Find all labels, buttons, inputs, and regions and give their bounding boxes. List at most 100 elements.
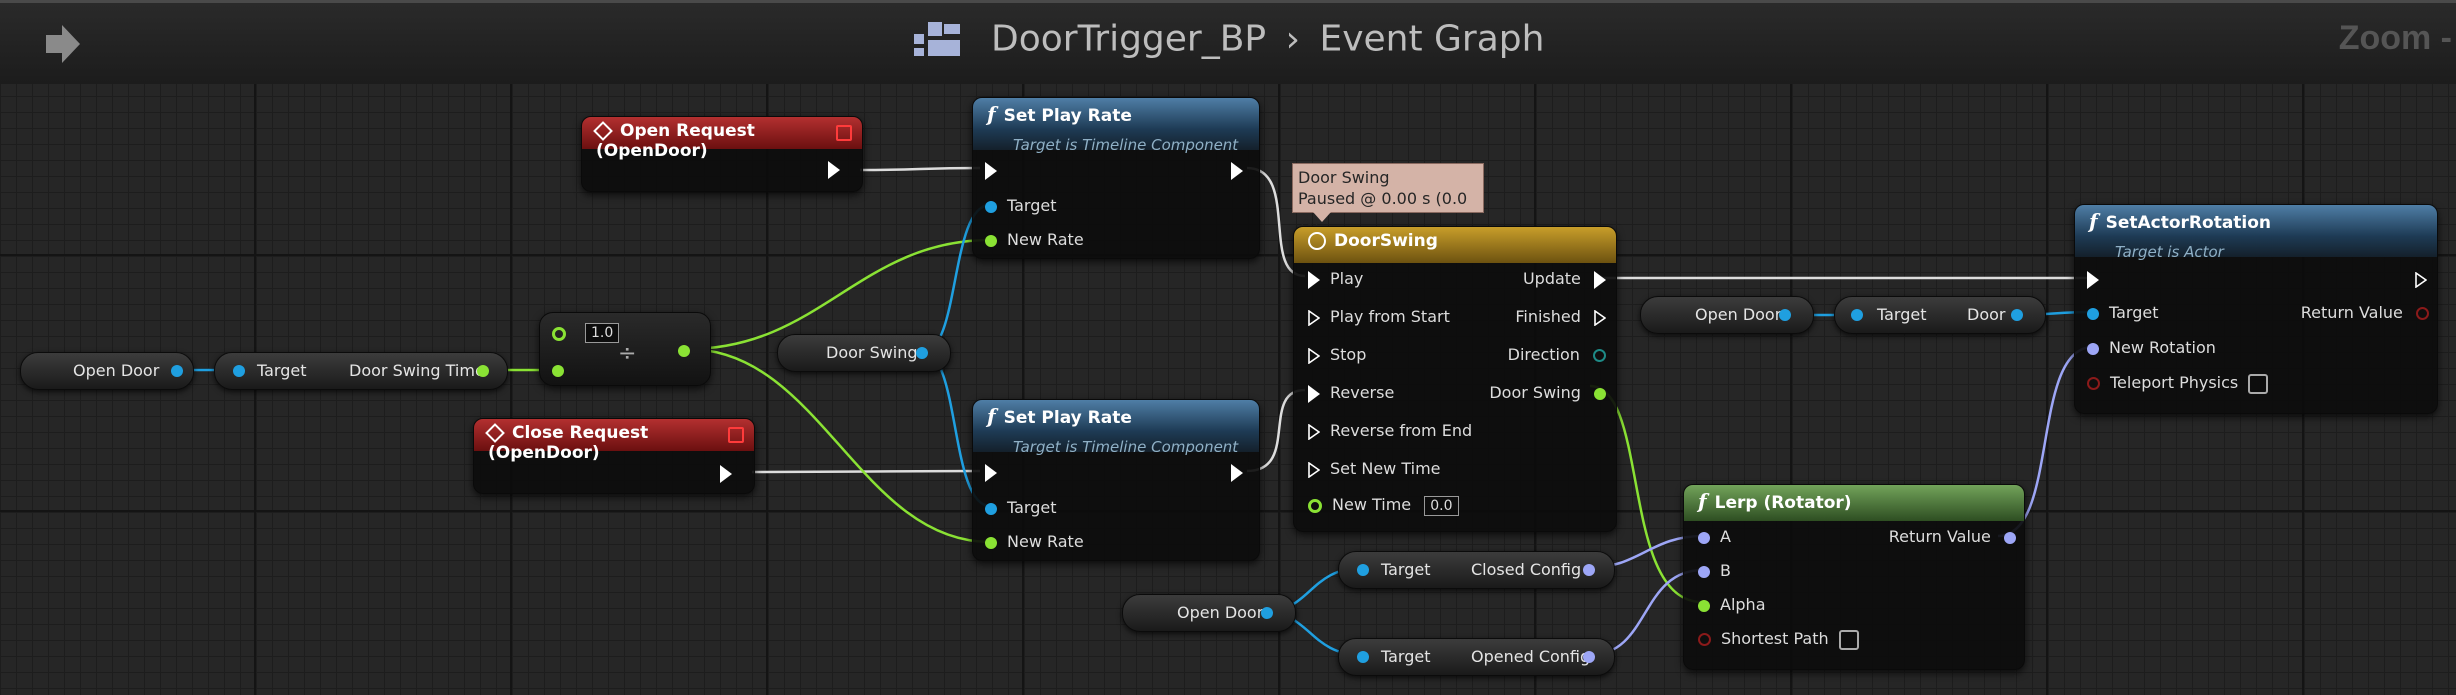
target-pin[interactable] [1357,651,1369,663]
delegate-pin-icon[interactable] [836,125,852,141]
set-actor-rotation-node[interactable]: f SetActorRotation Target is Actor Target… [2074,204,2438,414]
node-header: Close Request (OpenDoor) [474,419,754,463]
object-out-pin[interactable] [171,365,183,377]
exec-out-pin[interactable] [2415,271,2427,288]
exec-out-pin[interactable] [1231,161,1243,180]
function-icon: f [987,404,996,428]
direction-pin[interactable] [1593,349,1606,362]
set-new-time-exec-pin[interactable] [1308,461,1320,478]
target-pin[interactable] [2087,307,2099,320]
pin-label: Shortest Path [1721,629,1829,648]
get-opened-config-node[interactable]: Target Opened Config [1338,638,1615,676]
open-door-variable-left[interactable]: Open Door [20,352,194,390]
reverse-exec-pin[interactable] [1308,384,1320,403]
node-title: SetActorRotation [2105,213,2272,233]
target-pin[interactable] [985,200,997,213]
update-exec-pin[interactable] [1594,270,1606,289]
pin-label: Return Value [2300,303,2403,322]
node-subtitle: Target is Timeline Component [1013,438,1239,456]
object-out-pin[interactable] [916,347,928,359]
exec-out-pin[interactable] [828,160,840,179]
node-title: Close Request (OpenDoor) [488,423,649,463]
object-out-pin[interactable] [2011,309,2023,321]
set-play-rate-node-1[interactable]: f Set Play Rate Target is Timeline Compon… [972,97,1260,259]
object-out-pin[interactable] [1779,309,1791,321]
float-in-pin-2[interactable] [552,365,564,377]
divisor-input[interactable]: 1.0 [585,323,620,343]
exec-in-pin[interactable] [985,463,997,482]
door-swing-timeline-node[interactable]: DoorSwing Play Play from Start Stop Reve… [1293,226,1617,532]
get-door-swing-time-node[interactable]: Target Door Swing Time [214,352,508,390]
set-play-rate-node-2[interactable]: f Set Play Rate Target is Timeline Compon… [972,399,1260,561]
node-header: DoorSwing [1294,227,1616,263]
get-closed-config-node[interactable]: Target Closed Config [1338,551,1615,589]
exec-in-pin[interactable] [2087,270,2099,289]
exec-out-pin[interactable] [720,464,732,483]
alpha-pin[interactable] [1698,599,1710,612]
open-door-variable-bottom[interactable]: Open Door [1122,594,1296,632]
exec-wire [751,469,981,474]
float-out-pin[interactable] [477,365,489,377]
door-swing-out-pin[interactable] [1594,387,1606,400]
play-exec-pin[interactable] [1308,270,1320,289]
float-out-pin[interactable] [678,345,690,357]
new-time-input[interactable]: 0.0 [1424,495,1459,516]
new-rate-pin[interactable] [985,234,997,247]
exec-out-pin[interactable] [1231,463,1243,482]
pin-label: B [1720,561,1731,580]
node-title: DoorSwing [1334,231,1438,251]
teleport-physics-pin[interactable] [2087,377,2100,390]
exec-in-pin[interactable] [985,161,997,180]
pin-label: Alpha [1720,595,1766,614]
b-pin[interactable] [1698,565,1710,578]
rotator-out-pin[interactable] [1583,564,1595,576]
new-rate-pin[interactable] [985,536,997,549]
float-wire [687,238,991,351]
exec-wire [859,166,981,172]
finished-exec-pin[interactable] [1594,309,1606,326]
node-header: Open Request (OpenDoor) [582,117,862,161]
pin-label: Teleport Physics [2110,373,2239,392]
target-pin[interactable] [233,365,245,377]
object-out-pin[interactable] [1261,607,1273,619]
pill-label: Open Door [1695,305,1782,324]
return-value-pin[interactable] [2004,531,2016,544]
door-swing-variable[interactable]: Door Swing [777,334,951,372]
open-request-event-node[interactable]: Open Request (OpenDoor) [581,116,863,192]
event-diamond-icon [485,423,505,443]
divide-node[interactable]: 1.0 ÷ [539,312,711,386]
reverse-from-end-exec-pin[interactable] [1308,423,1320,440]
graph-canvas[interactable]: DoorTrigger_BP › Event Graph Zoom - Open… [0,0,2456,695]
shortest-path-pin[interactable] [1698,633,1711,646]
a-pin[interactable] [1698,531,1710,544]
play-from-start-exec-pin[interactable] [1308,309,1320,326]
get-door-node[interactable]: Target Door [1834,296,2046,334]
teleport-physics-checkbox[interactable] [2248,373,2269,394]
graph-header: DoorTrigger_BP › Event Graph Zoom - [0,0,2456,84]
target-pin[interactable] [1357,564,1369,576]
pill-value-label: Door Swing Time [349,361,485,380]
delegate-pin-icon[interactable] [728,427,744,443]
target-pin[interactable] [1851,309,1863,321]
pill-label: Open Door [1177,603,1264,622]
breadcrumb-blueprint[interactable]: DoorTrigger_BP [991,19,1266,60]
pill-target-label: Target [257,361,307,380]
target-pin[interactable] [985,502,997,515]
shortest-path-checkbox[interactable] [1838,629,1859,650]
stop-exec-pin[interactable] [1308,347,1320,364]
lerp-rotator-node[interactable]: f Lerp (Rotator) A Return Value B Alpha S… [1683,484,2025,670]
pin-label: Update [1522,269,1581,288]
pin-label: Door Swing [1489,383,1581,402]
new-time-pin[interactable] [1308,498,1322,513]
pill-value-label: Opened Config [1471,647,1591,666]
function-icon: f [1698,489,1707,513]
close-request-event-node[interactable]: Close Request (OpenDoor) [473,418,755,494]
return-value-pin[interactable] [2416,307,2429,320]
event-diamond-icon [593,121,613,141]
new-rotation-pin[interactable] [2087,342,2099,355]
rotator-out-pin[interactable] [1583,651,1595,663]
node-header: f Lerp (Rotator) [1684,485,2024,521]
float-in-pin[interactable] [552,327,566,341]
pin-label: Play from Start [1330,307,1450,326]
open-door-variable-top[interactable]: Open Door [1640,296,1814,334]
